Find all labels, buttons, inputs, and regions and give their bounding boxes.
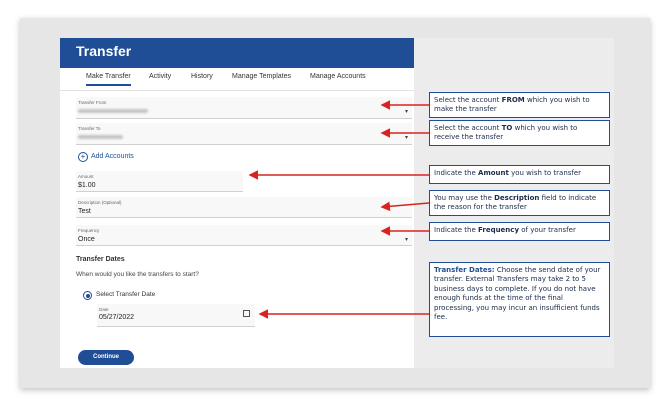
callout-keyword: Description: [494, 194, 540, 202]
callout-keyword: TO: [501, 124, 513, 132]
transfer-from-label: Transfer From: [78, 100, 107, 105]
tab-bar: Make Transfer Activity History Manage Te…: [60, 68, 414, 91]
transfer-to-account-blurred: [78, 135, 123, 139]
transfer-dates-title: Transfer Dates: [76, 256, 125, 263]
callout-text: of your transfer: [519, 226, 576, 234]
frequency-label: Frequency: [78, 228, 100, 233]
tab-history[interactable]: History: [191, 73, 213, 80]
callout-text: Indicate the: [434, 226, 479, 234]
tab-activity[interactable]: Activity: [149, 73, 171, 80]
callout-transfer-from: Select the account FROM which you wish t…: [429, 92, 610, 118]
callout-text: Select the account: [434, 124, 502, 132]
transfer-from-account-blurred: [78, 109, 148, 113]
callout-amount: Indicate the Amount you wish to transfer: [429, 165, 610, 184]
transfer-to-label: Transfer To: [78, 126, 101, 131]
callout-frequency: Indicate the Frequency of your transfer: [429, 222, 610, 241]
radio-selected-dot: [85, 293, 90, 298]
callout-transfer-dates: Transfer Dates: Choose the send date of …: [429, 262, 610, 337]
callout-text: Select the account: [434, 96, 502, 104]
frequency-value: Once: [78, 236, 95, 243]
transfer-to-select[interactable]: Transfer To ▾: [76, 123, 412, 145]
callout-description: You may use the Description field to ind…: [429, 190, 610, 216]
header-bar: Transfer: [60, 38, 414, 68]
callout-keyword: Frequency: [478, 226, 520, 234]
chevron-down-icon: ▾: [404, 237, 408, 243]
callout-text: You may use the: [434, 194, 495, 202]
callout-text: Choose the send date of your transfer. E…: [434, 266, 601, 322]
tab-manage-templates[interactable]: Manage Templates: [232, 73, 291, 80]
date-input[interactable]: Date 05/27/2022: [97, 304, 255, 327]
amount-value: $1.00: [78, 182, 96, 189]
frequency-select[interactable]: Frequency Once ▾: [76, 225, 412, 246]
transfer-panel: Transfer Make Transfer Activity History …: [60, 38, 414, 368]
callout-transfer-to: Select the account TO which you wish to …: [429, 120, 610, 146]
callout-keyword: FROM: [501, 96, 525, 104]
callout-text: Indicate the: [434, 169, 479, 177]
date-value: 05/27/2022: [99, 314, 135, 321]
add-accounts-label: Add Accounts: [91, 153, 134, 160]
amount-input[interactable]: Amount $1.00: [76, 171, 243, 192]
description-value: Test: [78, 208, 91, 215]
callout-keyword: Amount: [478, 169, 509, 177]
select-transfer-date-label: Select Transfer Date: [96, 291, 156, 298]
page-title: Transfer: [76, 43, 132, 59]
calendar-icon[interactable]: [243, 310, 250, 317]
chevron-down-icon: ▾: [404, 135, 408, 141]
transfer-from-select[interactable]: Transfer From ▾: [76, 97, 412, 119]
chevron-down-icon: ▾: [404, 109, 408, 115]
amount-label: Amount: [78, 174, 94, 179]
tab-manage-accounts[interactable]: Manage Accounts: [310, 73, 366, 80]
callout-keyword: Transfer Dates:: [434, 266, 495, 274]
callout-text: you wish to transfer: [508, 169, 582, 177]
date-label: Date: [99, 307, 109, 312]
description-label: Description (Optional): [78, 200, 122, 205]
select-transfer-date-radio[interactable]: [83, 291, 92, 300]
plus-circle-icon: +: [78, 152, 88, 162]
transfer-dates-question: When would you like the transfers to sta…: [76, 271, 199, 278]
continue-button[interactable]: Continue: [78, 350, 134, 365]
tab-make-transfer[interactable]: Make Transfer: [86, 73, 131, 86]
description-input[interactable]: Description (Optional) Test: [76, 197, 412, 218]
